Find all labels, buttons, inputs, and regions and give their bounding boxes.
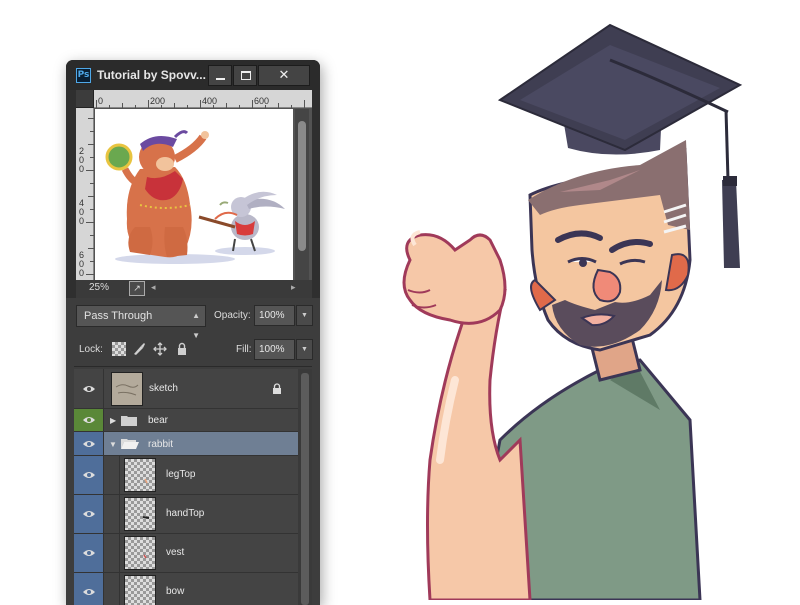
visibility-toggle[interactable] (74, 495, 104, 533)
lock-transparent-pixels-icon[interactable] (112, 342, 126, 356)
opacity-input[interactable]: 100% (254, 305, 295, 326)
blend-mode-select[interactable]: Pass Through ▲ ▼ (76, 305, 206, 340)
close-icon: ✕ (278, 68, 290, 83)
eye-icon (83, 589, 95, 595)
layer-name: legTop (166, 469, 196, 480)
ruler-tick-label: 400 (202, 96, 218, 106)
layer-thumbnail (124, 575, 156, 605)
opacity-dropdown-button[interactable]: ▼ (296, 305, 313, 326)
indent-spacer (105, 456, 120, 494)
folder-icon (121, 416, 137, 426)
eye-icon (83, 511, 95, 517)
title-bar[interactable]: Ps Tutorial by Spovv... ✕ (66, 60, 320, 90)
layer-row-vest[interactable]: vest (74, 534, 298, 573)
expand-arrow-icon[interactable]: ▶ (110, 416, 116, 425)
layer-name: vest (166, 547, 185, 558)
layer-name: handTop (166, 508, 205, 519)
open-folder-icon (121, 439, 139, 449)
dropdown-arrows-icon: ▲ ▼ (192, 311, 200, 340)
layer-thumbnail (124, 458, 156, 492)
opacity-label: Opacity: (214, 310, 251, 321)
photoshop-window: Ps Tutorial by Spovv... ✕ 0 200 400 600 (66, 60, 320, 605)
ruler-tick-label: 6 0 0 (79, 250, 85, 278)
layer-name: bow (166, 586, 185, 597)
maximize-icon (241, 71, 251, 80)
minimize-button[interactable] (208, 65, 232, 86)
layer-lock-icon (273, 383, 281, 394)
graduate-character-drawing (402, 23, 743, 602)
scroll-right-icon[interactable]: ▸ (291, 282, 296, 293)
navigator-vertical-scrollbar[interactable] (295, 109, 309, 280)
lock-image-pixels-icon[interactable] (132, 342, 146, 356)
layers-panel: Pass Through ▲ ▼ Opacity: 100% ▼ Lock: Fi… (66, 298, 320, 605)
zoom-level[interactable]: 25% (89, 282, 109, 293)
eye-icon (83, 440, 95, 447)
visibility-toggle[interactable] (74, 573, 104, 605)
ruler-tick-label: 200 (150, 96, 166, 106)
visibility-toggle[interactable] (74, 432, 104, 455)
ruler-horizontal[interactable]: 0 200 400 600 (94, 90, 312, 108)
ruler-vertical[interactable]: 2 0 0 4 0 0 6 0 0 (76, 108, 94, 280)
collapse-arrow-icon[interactable]: ▼ (109, 440, 117, 449)
close-button[interactable]: ✕ (258, 65, 310, 86)
layer-name: rabbit (148, 439, 174, 450)
blend-row: Pass Through ▲ ▼ Opacity: 100% ▼ (76, 305, 313, 340)
layer-row-bear[interactable]: ▶ bear (74, 409, 298, 432)
export-icon[interactable]: ↗ (129, 281, 145, 296)
lock-position-icon[interactable] (153, 342, 167, 356)
visibility-toggle[interactable] (74, 534, 104, 572)
eye-icon (83, 550, 95, 556)
scrollbar-thumb[interactable] (298, 121, 306, 251)
eye-icon (83, 417, 95, 423)
fill-input[interactable]: 100% (254, 339, 295, 360)
layers-list: sketch ▶ bear ▼ rabbit legTop handTop ve… (74, 369, 298, 605)
photoshop-logo-icon: Ps (76, 68, 91, 83)
ruler-tick-label: 4 0 0 (79, 198, 85, 226)
navigator-status-bar: 25% ↗ ◂ ▸ (76, 280, 312, 298)
navigator-panel: 0 200 400 600 2 0 0 4 0 0 6 0 0 25% ↗ ◂ … (76, 90, 312, 298)
document-canvas[interactable] (95, 109, 293, 280)
lock-all-icon[interactable] (175, 342, 189, 356)
canvas-illustration (105, 130, 285, 264)
ruler-tick-label: 600 (254, 96, 270, 106)
maximize-button[interactable] (233, 65, 257, 86)
layer-row-rabbit[interactable]: ▼ rabbit (74, 432, 298, 456)
layer-row-handtop[interactable]: handTop (74, 495, 298, 534)
ruler-tick-label: 0 (98, 96, 104, 106)
ruler-corner[interactable] (76, 90, 94, 108)
indent-spacer (105, 534, 120, 572)
character-illustration (380, 0, 800, 602)
visibility-toggle[interactable] (74, 369, 104, 408)
layer-thumbnail (111, 372, 143, 406)
layer-row-bow[interactable]: bow (74, 573, 298, 605)
eye-icon (83, 385, 95, 392)
layer-name: bear (148, 415, 169, 426)
window-title: Tutorial by Spovv... (97, 68, 206, 82)
layer-thumbnail (124, 497, 156, 531)
lock-label: Lock: (79, 344, 103, 355)
visibility-toggle[interactable] (74, 456, 104, 494)
blend-mode-value: Pass Through (84, 310, 153, 322)
ruler-tick-label: 2 0 0 (79, 146, 85, 174)
layers-scrollbar[interactable] (298, 369, 312, 605)
scrollbar-thumb[interactable] (301, 373, 309, 605)
minimize-icon (216, 78, 225, 80)
layer-thumbnail (124, 536, 156, 570)
indent-spacer (105, 495, 120, 533)
divider (74, 366, 312, 367)
fill-label: Fill: (236, 344, 252, 355)
indent-spacer (105, 573, 120, 605)
layer-row-sketch[interactable]: sketch (74, 369, 298, 409)
scroll-left-icon[interactable]: ◂ (151, 282, 156, 293)
layer-name: sketch (149, 383, 178, 394)
eye-icon (83, 472, 95, 478)
layer-row-legtop[interactable]: legTop (74, 456, 298, 495)
visibility-toggle[interactable] (74, 409, 104, 431)
fill-dropdown-button[interactable]: ▼ (296, 339, 313, 360)
